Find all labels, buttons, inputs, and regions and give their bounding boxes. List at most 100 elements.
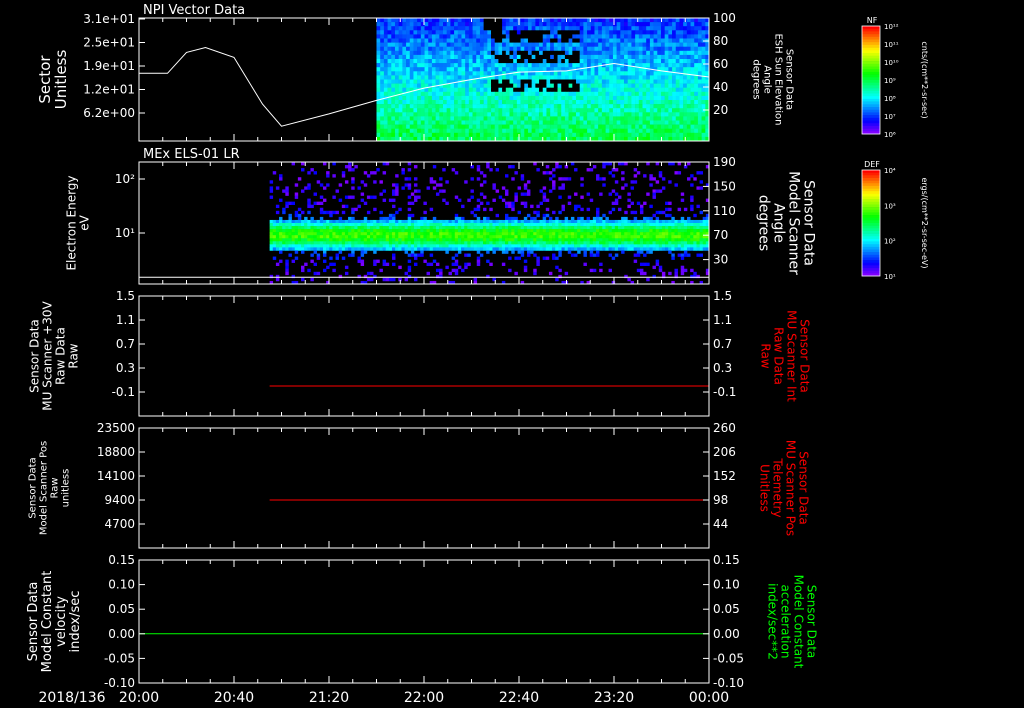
spectrogram-cell [649,229,653,233]
spectrogram-cell [341,210,346,215]
heatmap-cell [479,128,484,134]
spectrogram-cell [301,229,305,233]
spectrogram-cell [338,229,343,233]
heatmap-cell [524,26,529,31]
spectrogram-cell [680,198,685,202]
heatmap-cell [635,22,640,27]
heatmap-cell [417,120,422,125]
spectrogram-cell [376,226,380,230]
heatmap-cell [483,71,488,76]
heatmap-cell [587,26,592,31]
heatmap-cell [672,108,677,113]
heatmap-cell [550,132,555,138]
heatmap-cell [642,63,647,68]
heatmap-cell [457,59,462,64]
spectrogram-cell [301,223,305,227]
heatmap-cell [646,30,651,35]
spectrogram-cell [646,244,650,248]
heatmap-cell [487,124,492,129]
heatmap-cell [568,91,573,97]
spectrogram-cell [561,207,565,212]
spectrogram-cell [517,241,521,245]
heatmap-cell [461,75,466,80]
heatmap-cell [612,46,617,52]
heatmap-cell [513,71,518,76]
heatmap-cell [601,71,606,76]
spectrogram-cell [611,229,616,233]
heatmap-cell [557,83,562,88]
heatmap-cell [439,34,444,39]
heatmap-cell [479,63,484,68]
spectrogram-cell [319,219,324,224]
heatmap-cell [601,95,606,101]
heatmap-cell [487,18,492,23]
heatmap-cell [564,120,569,125]
heatmap-cell [487,26,492,31]
spectrogram-cell [467,198,471,202]
spectrogram-cell [621,229,625,233]
spectrogram-cell [326,219,330,224]
spectrogram-cell [363,244,368,248]
heatmap-cell [527,104,532,109]
spectrogram-cell [410,213,415,218]
spectrogram-cell [470,177,474,181]
spectrogram-cell [542,241,547,245]
spectrogram-cell [417,241,421,245]
heatmap-cell [631,79,636,84]
heatmap-cell [509,95,514,101]
heatmap-cell [513,104,518,109]
heatmap-cell [483,46,488,52]
spectrogram-cell [599,235,603,239]
heatmap-cell [487,59,492,64]
heatmap-cell [664,50,669,56]
spectrogram-cell [269,219,274,224]
heatmap-cell [638,79,643,84]
spectrogram-cell [498,229,503,233]
spectrogram-cell [486,216,490,221]
heatmap-cell [668,22,673,27]
heatmap-cell [491,128,496,134]
spectrogram-cell [511,235,515,239]
heatmap-cell [598,71,603,76]
spectrogram-cell [602,247,606,251]
spectrogram-cell [498,219,503,224]
heatmap-cell [535,95,540,101]
spectrogram-cell [674,226,678,230]
spectrogram-cell [329,241,333,245]
spectrogram-cell [696,171,700,175]
heatmap-cell [583,50,588,56]
heatmap-cell [539,87,544,93]
heatmap-cell [542,104,547,109]
spectrogram-cell [294,235,299,239]
heatmap-cell [694,83,699,88]
heatmap-cell [587,116,592,121]
heatmap-cell [697,79,702,84]
spectrogram-cell [348,165,352,169]
heatmap-cell [679,112,684,117]
heatmap-cell [568,26,573,31]
spectrogram-cell [583,226,587,230]
heatmap-cell [472,104,477,109]
heatmap-cell [454,95,459,101]
spectrogram-cell [542,213,547,218]
heatmap-cell [686,128,691,134]
spectrogram-cell [304,247,308,251]
heatmap-cell [491,108,496,113]
heatmap-cell [391,87,396,93]
heatmap-cell [376,26,381,31]
spectrogram-cell [426,271,430,276]
heatmap-cell [483,50,488,56]
spectrogram-cell [646,235,650,239]
heatmap-cell [487,46,492,52]
spectrogram-cell [332,238,336,242]
heatmap-cell [679,83,684,88]
heatmap-cell [609,116,614,121]
heatmap-cell [609,26,614,31]
spectrogram-cell [326,226,330,230]
spectrogram-cell [690,195,694,199]
heatmap-cell [479,54,484,60]
heatmap-cell [527,46,532,52]
spectrogram-cell [338,235,343,239]
spectrogram-cell [492,183,496,187]
heatmap-cell [620,112,625,117]
